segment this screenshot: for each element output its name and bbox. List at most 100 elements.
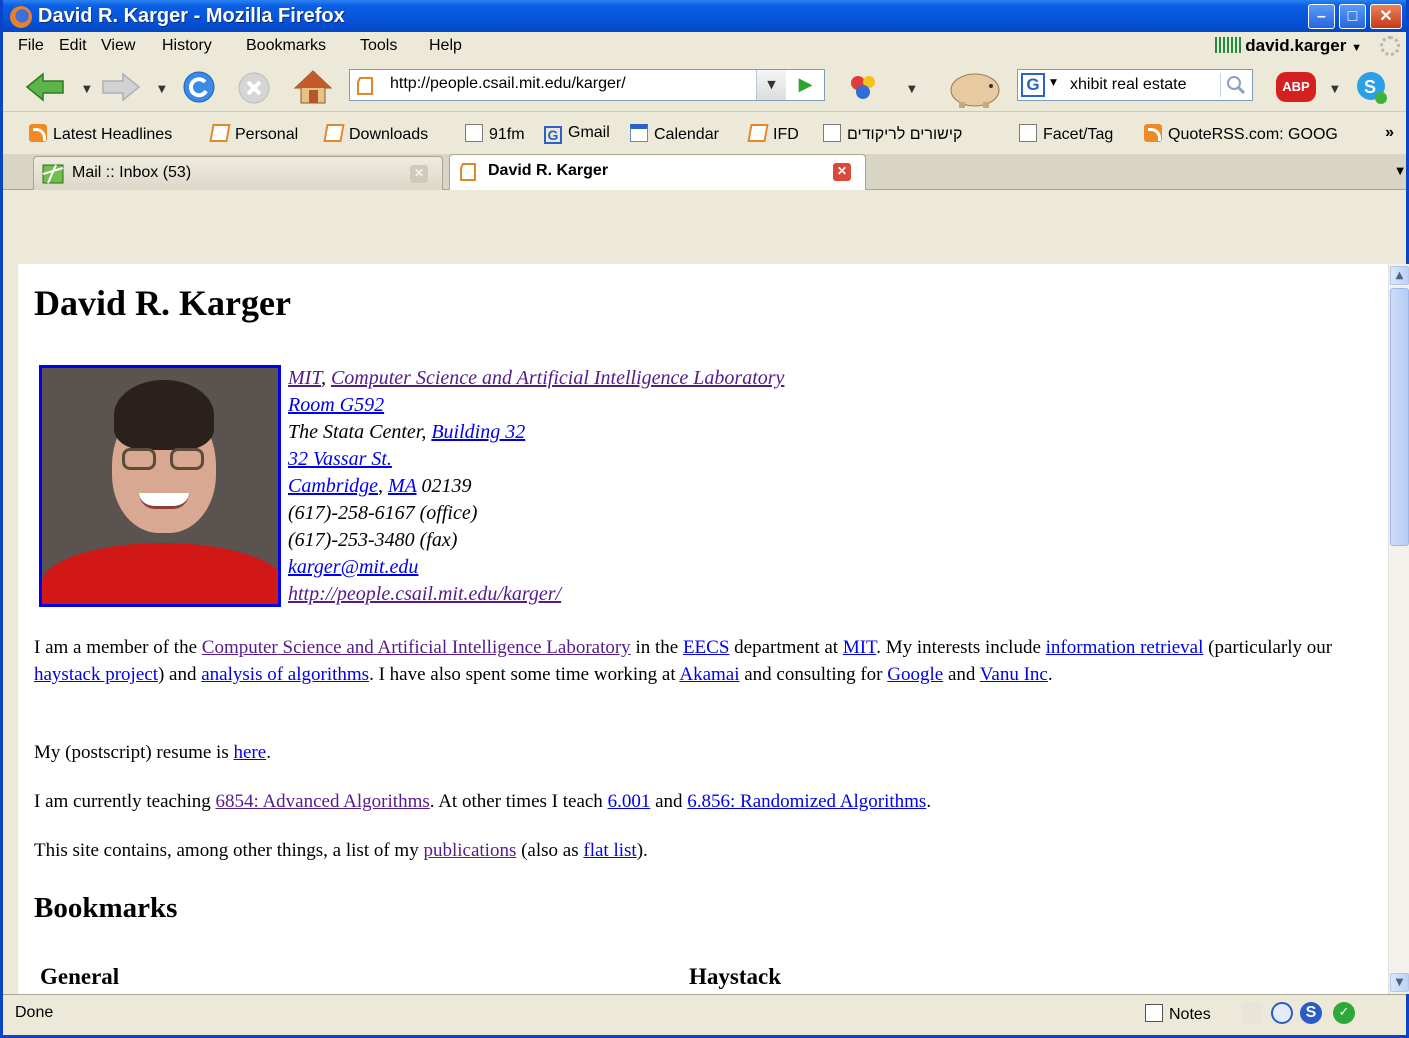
page-content: David R. Karger MIT, Computer Science an… — [18, 264, 1388, 994]
text: . My interests include — [876, 637, 1046, 658]
tab-mail-inbox[interactable]: Mail :: Inbox (53) ✕ — [33, 156, 443, 190]
network-icon[interactable] — [1271, 1002, 1293, 1024]
piggy-bank-icon[interactable] — [947, 66, 1003, 110]
cambridge-link[interactable]: Cambridge — [288, 475, 378, 497]
bookmark-hebrew-dance-links[interactable]: קישורים לריקודים — [823, 124, 962, 144]
tab-close-button[interactable]: ✕ — [833, 163, 851, 181]
account-menu[interactable]: david.karger ▼ — [1215, 36, 1362, 56]
engine-dropdown[interactable]: ▼ — [1050, 78, 1057, 88]
menu-bookmarks[interactable]: Bookmarks — [246, 37, 326, 55]
haystack-project-link[interactable]: haystack project — [34, 664, 158, 685]
bookmarks-overflow-button[interactable]: » — [1385, 124, 1394, 142]
building-link[interactable]: Building 32 — [431, 421, 525, 443]
url-text[interactable]: http://people.csail.mit.edu/karger/ — [390, 75, 626, 93]
akamai-link[interactable]: Akamai — [679, 664, 739, 685]
vanu-link[interactable]: Vanu Inc — [980, 664, 1048, 685]
bookmark-91fm[interactable]: 91fm — [465, 124, 525, 144]
stop-icon[interactable] — [237, 71, 271, 105]
menu-file[interactable]: File — [18, 37, 44, 55]
back-arrow-icon[interactable] — [25, 72, 65, 102]
tab-list-dropdown[interactable]: ▼ — [1396, 166, 1404, 177]
tab-close-button[interactable]: ✕ — [410, 165, 428, 183]
folder-icon — [323, 124, 345, 142]
page-favicon-icon — [460, 163, 476, 181]
maximize-button[interactable]: □ — [1339, 4, 1366, 29]
skype-icon[interactable]: S — [1353, 70, 1393, 106]
menu-edit[interactable]: Edit — [59, 37, 87, 55]
scroll-up-button[interactable]: ▲ — [1390, 266, 1409, 285]
home-icon[interactable] — [293, 68, 333, 106]
bookmark-quoterss[interactable]: QuoteRSS.com: GOOG — [1144, 124, 1338, 144]
eecs-link[interactable]: EECS — [683, 637, 729, 658]
bookmark-label: IFD — [773, 126, 799, 143]
url-history-dropdown[interactable]: ▼ — [756, 70, 786, 100]
close-button[interactable]: ✕ — [1370, 4, 1402, 29]
page-favicon-icon — [357, 77, 373, 95]
bookmark-gmail[interactable]: G Gmail — [544, 124, 610, 144]
adblock-dropdown[interactable]: ▼ — [1331, 84, 1339, 95]
notes-toggle[interactable]: Notes — [1145, 1004, 1211, 1024]
bookmark-label: קישורים לריקודים — [847, 126, 963, 143]
adblock-plus-button[interactable]: ABP — [1276, 72, 1316, 102]
menu-history[interactable]: History — [162, 37, 212, 55]
course-6001-link[interactable]: 6.001 — [608, 791, 651, 812]
throbber-icon — [1380, 36, 1400, 56]
information-retrieval-link[interactable]: information retrieval — [1046, 637, 1204, 658]
bookmark-personal[interactable]: Personal — [209, 124, 298, 144]
forward-history-dropdown[interactable]: ▼ — [158, 84, 166, 95]
email-link[interactable]: karger@mit.edu — [288, 556, 418, 578]
resume-link[interactable]: here — [233, 742, 266, 763]
url-bar[interactable]: http://people.csail.mit.edu/karger/ ▼ ▶ — [349, 69, 825, 101]
bookmark-facet-tag[interactable]: Facet/Tag — [1019, 124, 1113, 144]
google-engine-icon[interactable]: G — [1021, 73, 1045, 97]
go-button[interactable]: ▶ — [787, 70, 824, 100]
flat-list-link[interactable]: flat list — [583, 840, 636, 861]
tab-david-karger[interactable]: David R. Karger ✕ — [449, 154, 866, 190]
csail-link[interactable]: Computer Science and Artificial Intellig… — [202, 637, 631, 658]
scroll-down-button[interactable]: ▼ — [1390, 973, 1409, 992]
search-box[interactable]: G ▼ — [1017, 69, 1253, 101]
text: and consulting for — [739, 664, 888, 685]
reload-icon[interactable] — [181, 70, 217, 104]
bookmark-calendar[interactable]: Calendar — [630, 124, 719, 144]
bookmark-ifd[interactable]: IFD — [747, 124, 799, 144]
title-bar[interactable]: David R. Karger - Mozilla Firefox – □ ✕ — [3, 0, 1406, 32]
menu-tools[interactable]: Tools — [360, 37, 397, 55]
homepage-link[interactable]: http://people.csail.mit.edu/karger/ — [288, 583, 561, 605]
analysis-of-algorithms-link[interactable]: analysis of algorithms — [201, 664, 369, 685]
google-link[interactable]: Google — [887, 664, 943, 685]
colorful-addon-icon[interactable] — [849, 74, 879, 100]
publications-link[interactable]: publications — [423, 840, 516, 861]
search-button[interactable] — [1220, 73, 1250, 97]
scroll-thumb[interactable] — [1390, 288, 1409, 546]
csail-link[interactable]: Computer Science and Artificial Intellig… — [331, 367, 784, 389]
skype-status-icon[interactable]: S — [1300, 1002, 1322, 1024]
tab-label: David R. Karger — [488, 162, 609, 179]
menu-view[interactable]: View — [101, 37, 135, 55]
minimize-button[interactable]: – — [1308, 4, 1335, 29]
clipboard-icon[interactable] — [1241, 1002, 1263, 1024]
bookmark-latest-headlines[interactable]: Latest Headlines — [29, 124, 172, 144]
vertical-scrollbar[interactable]: ▲ ▼ — [1388, 264, 1409, 994]
course-6856-link[interactable]: 6.856: Randomized Algorithms — [687, 791, 926, 812]
bookmark-downloads[interactable]: Downloads — [323, 124, 428, 144]
course-6854-link[interactable]: 6854: Advanced Algorithms — [215, 791, 429, 812]
menu-help[interactable]: Help — [429, 37, 462, 55]
office-phone: (617)-258-6167 (office) — [288, 502, 478, 524]
street-link[interactable]: 32 Vassar St. — [288, 448, 392, 470]
forward-arrow-icon[interactable] — [101, 72, 141, 102]
room-link[interactable]: Room G592 — [288, 394, 384, 416]
mit-link[interactable]: MIT — [843, 637, 876, 658]
browser-window: David R. Karger - Mozilla Firefox – □ ✕ … — [0, 0, 1409, 1038]
addon-dropdown[interactable]: ▼ — [908, 84, 916, 95]
back-history-dropdown[interactable]: ▼ — [83, 84, 91, 95]
text: ) and — [157, 664, 202, 685]
page-icon — [465, 124, 483, 142]
notes-checkbox[interactable] — [1145, 1004, 1163, 1022]
magnifier-icon — [1227, 76, 1246, 95]
mit-link[interactable]: MIT — [288, 367, 321, 389]
resume-paragraph: My (postscript) resume is here. — [34, 739, 1374, 766]
ma-link[interactable]: MA — [388, 475, 417, 497]
search-input[interactable] — [1068, 73, 1218, 97]
check-icon[interactable]: ✓ — [1333, 1002, 1355, 1024]
